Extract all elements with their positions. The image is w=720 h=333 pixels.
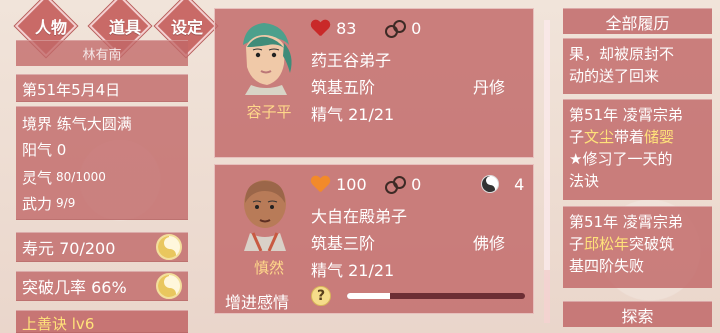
bond-progress-fill (347, 293, 390, 299)
path-text: 丹修 (473, 78, 506, 97)
spirit-label: 灵气 (22, 168, 53, 187)
chain-icon (384, 19, 406, 38)
avatar (233, 173, 297, 251)
player-stats-box: 境界 练气大圆满 阳气 0 灵气 80/1000 武力 9/9 (16, 106, 188, 220)
realm-text: 境界 练气大圆满 (22, 114, 132, 133)
date-text: 第51年5月4日 (22, 81, 121, 99)
player-name: 林有南 (16, 40, 188, 66)
chain-value: 0 (411, 19, 422, 38)
history-line: 子邱松年突破筑 (569, 233, 706, 255)
realm-text: 筑基三阶 (311, 234, 376, 253)
disciple-name: 慎然 (253, 259, 284, 277)
karma-stat: 4 (481, 175, 524, 194)
help-icon[interactable]: ? (311, 286, 331, 306)
history-prefix: 子 (569, 235, 585, 253)
date-box: 第51年5月4日 (16, 74, 188, 102)
history-item-1: 果，却被原封不 动的送了回来 (563, 38, 712, 94)
karma-value: 4 (514, 175, 525, 194)
history-item-2: 第51年 凌霄宗弟 子文尘带着储婴 ★修习了一天的 法诀 (563, 99, 712, 200)
avatar-portrait (244, 180, 286, 251)
history-line: 子文尘带着储婴 (569, 126, 706, 148)
breakthrough-box[interactable]: 突破几率 66% (16, 271, 188, 301)
skill-box[interactable]: 上善诀 lv6 (16, 310, 188, 333)
path-text: 佛修 (473, 234, 506, 253)
realm-text: 筑基五阶 (311, 78, 376, 97)
affection-value: 100 (336, 175, 367, 194)
disciple-card-1[interactable]: 容子平 83 0 药王谷弟子 筑基五阶 丹修 精气 21/21 (214, 8, 534, 158)
lifespan-text: 寿元 70/200 (22, 239, 116, 258)
force-value: 9/9 (56, 196, 76, 210)
nav-settings-label[interactable]: 设定 (158, 14, 216, 38)
history-title: 全部履历 (563, 8, 712, 34)
history-line: 第51年 凌霄宗弟 (569, 106, 683, 124)
center-scroll-thumb[interactable] (544, 20, 550, 270)
spirit-row: 灵气 80/1000 (22, 163, 182, 191)
avatar (233, 17, 297, 95)
chain-value: 0 (411, 175, 422, 194)
nav-people-label[interactable]: 人物 (22, 14, 80, 38)
yin-yang-icon[interactable] (156, 273, 182, 299)
yin-yang-icon (481, 175, 499, 193)
chain-icon (384, 175, 406, 194)
yang-text: 阳气 0 (22, 140, 67, 159)
highlight-name: 文尘 (584, 128, 615, 146)
history-prefix: 子 (569, 128, 585, 146)
history-line: 法诀 (569, 172, 600, 190)
yin-yang-icon[interactable] (156, 234, 182, 260)
disciple-card-2[interactable]: 慎然 100 0 4 大自在殿弟子 筑基三阶 佛修 精气 21/21 增进感情 … (214, 164, 534, 314)
force-label: 武力 (22, 194, 53, 213)
chain-stat: 0 (384, 19, 421, 38)
force-row: 武力 9/9 (22, 191, 182, 215)
history-line: ★修习了一天的 (569, 150, 673, 168)
spirit-value: 80/1000 (56, 170, 106, 184)
heart-icon (311, 176, 329, 192)
history-line: 果，却被原封不 (569, 45, 675, 63)
affection-stat: 100 (311, 175, 367, 194)
sect-text: 大自在殿弟子 (311, 207, 408, 226)
nav-items-label[interactable]: 道具 (96, 14, 154, 38)
bond-progress-bar (347, 293, 525, 299)
skill-text: 上善诀 lv6 (22, 315, 95, 333)
highlight-name: 邱松年 (584, 235, 630, 253)
explore-button[interactable]: 探索 (563, 301, 712, 327)
sect-text: 药王谷弟子 (311, 51, 392, 70)
affection-value: 83 (336, 19, 357, 38)
affection-stat: 83 (311, 19, 356, 38)
highlight-name: 储婴 (644, 128, 675, 146)
history-line: 动的送了回来 (569, 67, 660, 85)
energy-text: 精气 21/21 (311, 105, 395, 124)
energy-text: 精气 21/21 (311, 261, 395, 280)
chain-stat: 0 (384, 175, 421, 194)
history-item-3: 第51年 凌霄宗弟 子邱松年突破筑 基四阶失败 (563, 206, 712, 288)
history-line: 基四阶失败 (569, 257, 645, 275)
history-mid: 带着 (614, 128, 645, 146)
avatar-portrait (243, 23, 292, 95)
disciple-name: 容子平 (246, 103, 292, 121)
history-suffix: 突破筑 (629, 235, 675, 253)
breakthrough-text: 突破几率 66% (22, 278, 127, 297)
lifespan-box[interactable]: 寿元 70/200 (16, 232, 188, 262)
history-line: 第51年 凌霄宗弟 (569, 213, 683, 231)
action-label: 增进感情 (225, 293, 290, 312)
heart-icon (311, 20, 329, 36)
